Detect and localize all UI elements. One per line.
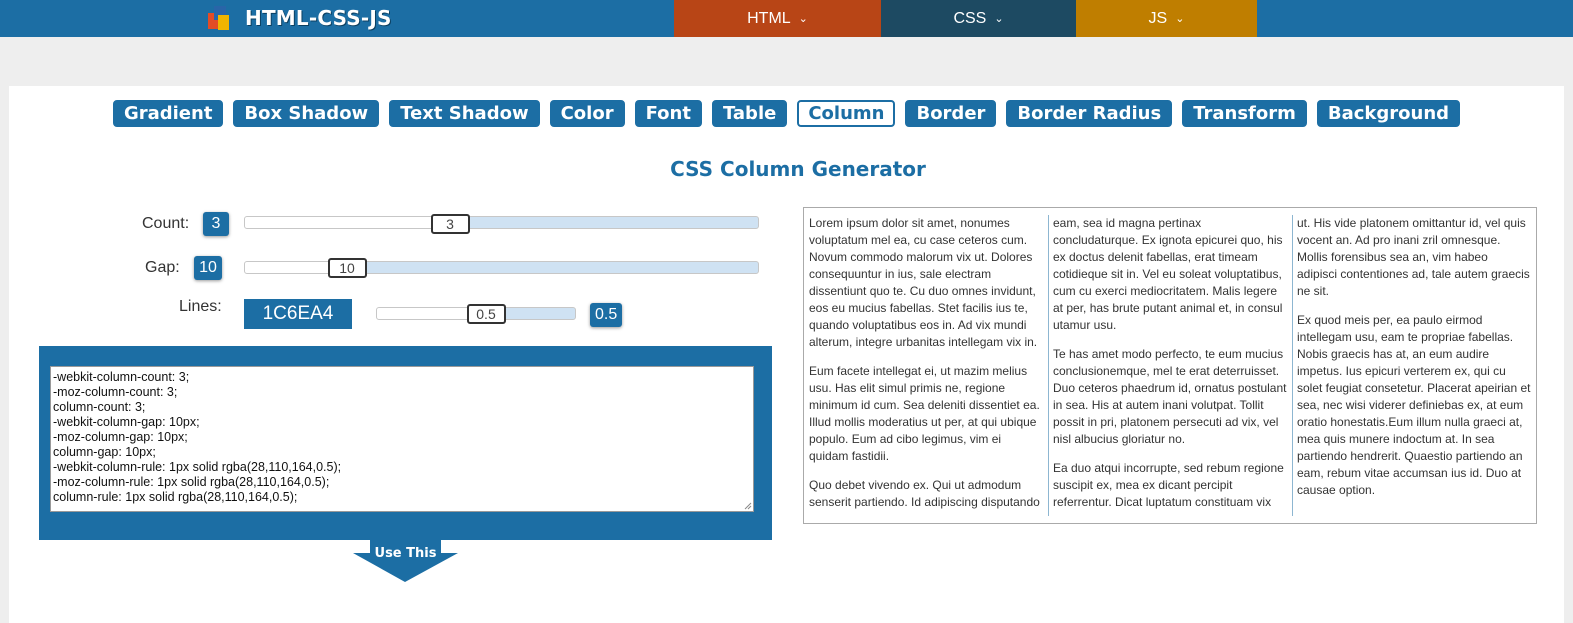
- tool-gradient-button[interactable]: Gradient: [112, 100, 224, 127]
- resize-grip-icon[interactable]: [744, 502, 752, 510]
- code-line: -moz-column-rule: 1px solid rgba(28,110,…: [53, 475, 330, 489]
- count-label: Count:: [142, 215, 190, 232]
- chevron-down-icon: ⌄: [994, 13, 1004, 25]
- lines-label: Lines:: [179, 298, 222, 315]
- preview-paragraph: Te has amet modo perfecto, te eum mucius…: [1053, 347, 1287, 446]
- css-code-textarea[interactable]: -webkit-column-count: 3; -moz-column-cou…: [50, 366, 754, 512]
- code-line: -moz-column-count: 3;: [53, 385, 178, 399]
- nav-tab-js[interactable]: JS ⌄: [1076, 0, 1257, 37]
- preview-paragraph: Eum facete intellegat ei, ut mazim meliu…: [809, 364, 1040, 463]
- preview-paragraph: Ex quod meis per, ea paulo eirmod intell…: [1297, 313, 1531, 497]
- code-line: -webkit-column-count: 3;: [53, 370, 190, 384]
- tool-background-button[interactable]: Background: [1316, 100, 1461, 127]
- code-line: column-gap: 10px;: [53, 445, 156, 459]
- main-panel: Gradient Box Shadow Text Shadow Color Fo…: [9, 86, 1564, 623]
- brand-name: HTML-CSS-JS: [245, 6, 392, 30]
- tool-border-radius-button[interactable]: Border Radius: [1006, 100, 1173, 127]
- tool-transform-button[interactable]: Transform: [1182, 100, 1307, 127]
- chevron-down-icon: ⌄: [1175, 13, 1185, 25]
- code-line: -webkit-column-rule: 1px solid rgba(28,1…: [53, 460, 342, 474]
- column-preview: Lorem ipsum dolor sit amet, nonumes volu…: [803, 207, 1537, 524]
- generator-buttons: Gradient Box Shadow Text Shadow Color Fo…: [9, 100, 1564, 127]
- chevron-down-icon: ⌄: [798, 13, 808, 25]
- code-line: -moz-column-gap: 10px;: [53, 430, 188, 444]
- gap-slider-handle[interactable]: 10: [327, 258, 367, 278]
- page-title: CSS Column Generator: [670, 157, 926, 181]
- tool-column-button[interactable]: Column: [797, 100, 896, 127]
- code-line: column-count: 3;: [53, 400, 146, 414]
- use-this-label: Use This: [374, 546, 437, 561]
- nav-tab-label: HTML: [747, 9, 791, 27]
- line-opacity-slider-handle[interactable]: 0.5: [466, 304, 506, 324]
- nav-tab-label: JS: [1148, 9, 1168, 27]
- tool-font-button[interactable]: Font: [634, 100, 702, 127]
- use-this-button[interactable]: Use This: [353, 540, 458, 582]
- gap-label: Gap:: [145, 259, 180, 276]
- nav-tab-html[interactable]: HTML ⌄: [674, 0, 881, 37]
- preview-paragraph: Lorem ipsum dolor sit amet, nonumes volu…: [809, 216, 1038, 349]
- tool-border-button[interactable]: Border: [905, 100, 997, 127]
- code-line: -webkit-column-gap: 10px;: [53, 415, 200, 429]
- gap-slider[interactable]: [244, 261, 759, 274]
- count-slider-handle[interactable]: 3: [430, 214, 470, 234]
- top-nav-bar: HTML-CSS-JS HTML ⌄ CSS ⌄ JS ⌄: [0, 0, 1573, 37]
- code-line: column-rule: 1px solid rgba(28,110,164,0…: [53, 490, 298, 504]
- gap-value-badge: 10: [194, 256, 222, 280]
- line-color-picker[interactable]: 1C6EA4: [244, 299, 352, 329]
- count-value-badge: 3: [203, 212, 229, 236]
- tool-color-button[interactable]: Color: [549, 100, 625, 127]
- nav-tab-css[interactable]: CSS ⌄: [881, 0, 1076, 37]
- code-output-box: -webkit-column-count: 3; -moz-column-cou…: [39, 346, 772, 540]
- site-logo[interactable]: HTML-CSS-JS: [205, 4, 392, 32]
- logo-icon: [208, 6, 229, 30]
- tool-table-button[interactable]: Table: [711, 100, 788, 127]
- line-opacity-badge: 0.5: [590, 303, 623, 327]
- tool-text-shadow-button[interactable]: Text Shadow: [389, 100, 540, 127]
- tool-box-shadow-button[interactable]: Box Shadow: [233, 100, 380, 127]
- nav-tab-label: CSS: [953, 9, 987, 27]
- count-slider[interactable]: [244, 216, 759, 229]
